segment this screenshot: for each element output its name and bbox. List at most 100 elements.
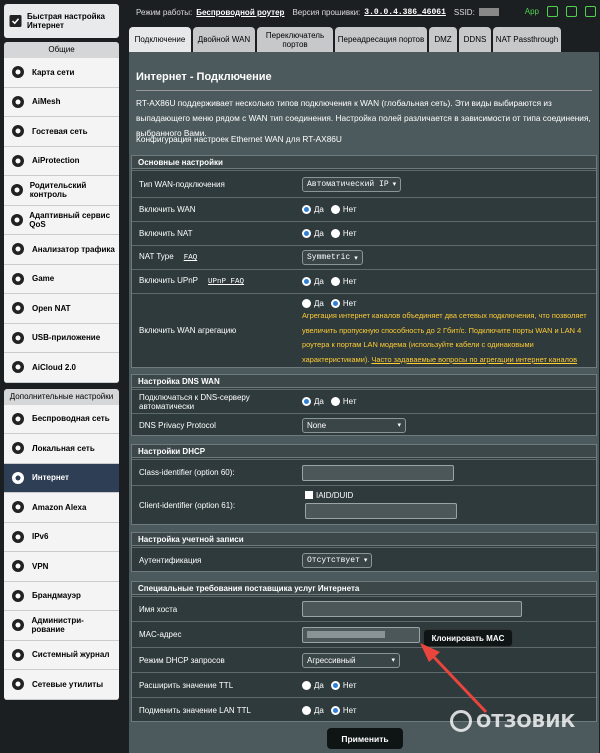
sidebar-item-vpn[interactable]: VPN <box>4 552 119 582</box>
sidebar-item-usb[interactable]: USB-приложение <box>4 323 119 353</box>
no-label: Нет <box>342 397 357 406</box>
hostname-input[interactable] <box>302 601 522 617</box>
lan-ttl-no-radio[interactable] <box>330 705 340 715</box>
sidebar-item-alexa[interactable]: Amazon Alexa <box>4 493 119 523</box>
sidebar-item-label: Адаптивный сервис QoS <box>29 210 111 229</box>
sidebar-item-label: Open NAT <box>32 303 71 313</box>
aggregation-no-radio[interactable] <box>330 298 340 308</box>
sidebar-item-qos[interactable]: Адаптивный сервис QoS <box>4 205 119 235</box>
mode-label: Режим работы: <box>136 7 193 17</box>
sidebar-item-wireless[interactable]: Беспроводная сеть <box>4 404 119 434</box>
dns-privacy-select[interactable]: None ▾ <box>302 417 406 433</box>
sidebar-item-tools[interactable]: Сетевые утилиты <box>4 670 119 700</box>
tab-1[interactable]: Двойной WAN <box>193 27 255 52</box>
lan-ttl-yes-radio[interactable] <box>302 705 311 715</box>
auth-label: Аутентификация <box>139 555 202 565</box>
sidebar-item-label: Анализатор трафика <box>32 244 115 254</box>
upnp-yes-radio[interactable] <box>302 277 311 286</box>
ttl-yes-radio[interactable] <box>302 680 311 690</box>
yes-label: Да <box>314 229 324 238</box>
tab-4[interactable]: DMZ <box>429 27 457 52</box>
sidebar-item-network-map[interactable]: Карта сети <box>4 58 119 88</box>
dns-auto-no-radio[interactable] <box>330 397 340 406</box>
quick-setup-button[interactable]: Быстрая настройка Интернет <box>4 4 119 38</box>
sidebar-item-gamepad[interactable]: Game <box>4 264 119 294</box>
iaid-checkbox[interactable] <box>305 491 313 499</box>
watermark: ОТЗОВИК <box>450 710 575 732</box>
nat-faq-link[interactable]: FAQ <box>184 254 198 262</box>
sidebar-item-label: Amazon Alexa <box>32 502 87 512</box>
apply-button[interactable]: Применить <box>327 728 403 749</box>
mac-input[interactable] <box>302 626 420 643</box>
sidebar-item-traffic[interactable]: Анализатор трафика <box>4 235 119 265</box>
enable-wan-yes-radio[interactable] <box>302 205 311 214</box>
chevron-down-icon: ▾ <box>354 254 358 262</box>
ssid-value-blurred <box>478 8 499 16</box>
log-icon <box>8 646 28 664</box>
dns-header: Настройка DNS WAN <box>132 375 596 388</box>
sidebar-item-globe[interactable]: Интернет <box>4 463 119 493</box>
yes-label: Да <box>314 397 324 406</box>
ttl-no-radio[interactable] <box>330 680 340 690</box>
sidebar-item-aimesh[interactable]: AiMesh <box>4 87 119 117</box>
sidebar-item-admin[interactable]: Администри-рование <box>4 611 119 641</box>
no-label: Нет <box>342 205 357 214</box>
enable-nat-yes-radio[interactable] <box>302 229 311 238</box>
network-status-icon[interactable] <box>585 6 596 17</box>
nat-type-select[interactable]: Symmetric ▾ <box>302 250 363 265</box>
no-label: Нет <box>342 705 357 715</box>
firmware-value-link[interactable]: 3.0.0.4.386_46061 <box>364 8 446 17</box>
firmware-label: Версия прошивки: <box>292 7 361 17</box>
chevron-down-icon: ▾ <box>391 657 395 664</box>
firewall-icon <box>8 587 28 605</box>
wan-type-label: Тип WAN-подключения <box>139 179 225 189</box>
sidebar-item-label: AiMesh <box>32 97 61 107</box>
wan-type-select[interactable]: Автоматический IP ▾ <box>302 176 402 192</box>
dns-privacy-label: DNS Privacy Protocol <box>139 420 216 430</box>
sidebar-item-log[interactable]: Системный журнал <box>4 640 119 670</box>
enable-nat-label: Включить NAT <box>139 229 193 238</box>
upnp-faq-link[interactable]: UPnP FAQ <box>208 278 244 286</box>
tab-0[interactable]: Подключение <box>129 27 191 52</box>
tab-3[interactable]: Переадресация портов <box>335 27 427 52</box>
sidebar-item-label: Беспроводная сеть <box>32 414 110 424</box>
upnp-no-radio[interactable] <box>330 277 340 286</box>
aggregation-yes-radio[interactable] <box>302 298 311 308</box>
user-icon[interactable] <box>547 6 558 17</box>
sidebar-item-shield[interactable]: AiProtection <box>4 146 119 176</box>
basic-settings-header: Основные настройки <box>132 156 596 169</box>
clone-mac-button[interactable]: Клонировать MAC <box>423 629 513 647</box>
mode-value-link[interactable]: Беспроводной роутер <box>196 8 284 17</box>
sidebar-item-label: AiProtection <box>32 156 80 166</box>
cloud-icon <box>8 358 28 376</box>
client-identifier-input[interactable] <box>305 503 457 519</box>
sidebar-item-label: Брандмауэр <box>32 591 81 601</box>
tab-2[interactable]: Переключатель портов <box>257 27 333 52</box>
dhcp-mode-select[interactable]: Агрессивный ▾ <box>302 652 400 668</box>
usb-status-icon[interactable] <box>566 6 577 17</box>
sidebar-item-label: Родительский контроль <box>29 181 87 200</box>
status-bar: Режим работы: Беспроводной роутер Версия… <box>128 0 600 24</box>
admin-icon <box>8 616 28 634</box>
sidebar-item-guest-network[interactable]: Гостевая сеть <box>4 117 119 147</box>
sidebar-item-label: Сетевые утилиты <box>32 679 104 689</box>
ipv6-icon <box>8 528 28 546</box>
sidebar-item-parental[interactable]: Родительский контроль <box>4 176 119 206</box>
iaid-label: IAID/DUID <box>316 490 354 500</box>
class-identifier-input[interactable] <box>302 464 454 481</box>
chevron-down-icon: ▾ <box>397 422 401 429</box>
quick-setup-icon <box>9 14 22 28</box>
sidebar-item-cloud[interactable]: AiCloud 2.0 <box>4 353 119 383</box>
dns-auto-yes-radio[interactable] <box>302 397 311 406</box>
app-link[interactable]: App <box>525 7 539 16</box>
aggregation-faq-link[interactable]: Часто задаваемые вопросы по агрегации ин… <box>371 355 577 364</box>
tab-5[interactable]: DDNS <box>459 27 491 52</box>
sidebar-item-firewall[interactable]: Брандмауэр <box>4 581 119 611</box>
enable-wan-no-radio[interactable] <box>330 205 340 214</box>
sidebar-item-open-nat[interactable]: Open NAT <box>4 294 119 324</box>
auth-select[interactable]: Отсутствует ▾ <box>302 552 373 568</box>
sidebar-item-lan[interactable]: Локальная сеть <box>4 434 119 464</box>
tab-6[interactable]: NAT Passthrough <box>493 27 561 52</box>
sidebar-item-ipv6[interactable]: IPv6 <box>4 522 119 552</box>
enable-nat-no-radio[interactable] <box>330 229 340 238</box>
